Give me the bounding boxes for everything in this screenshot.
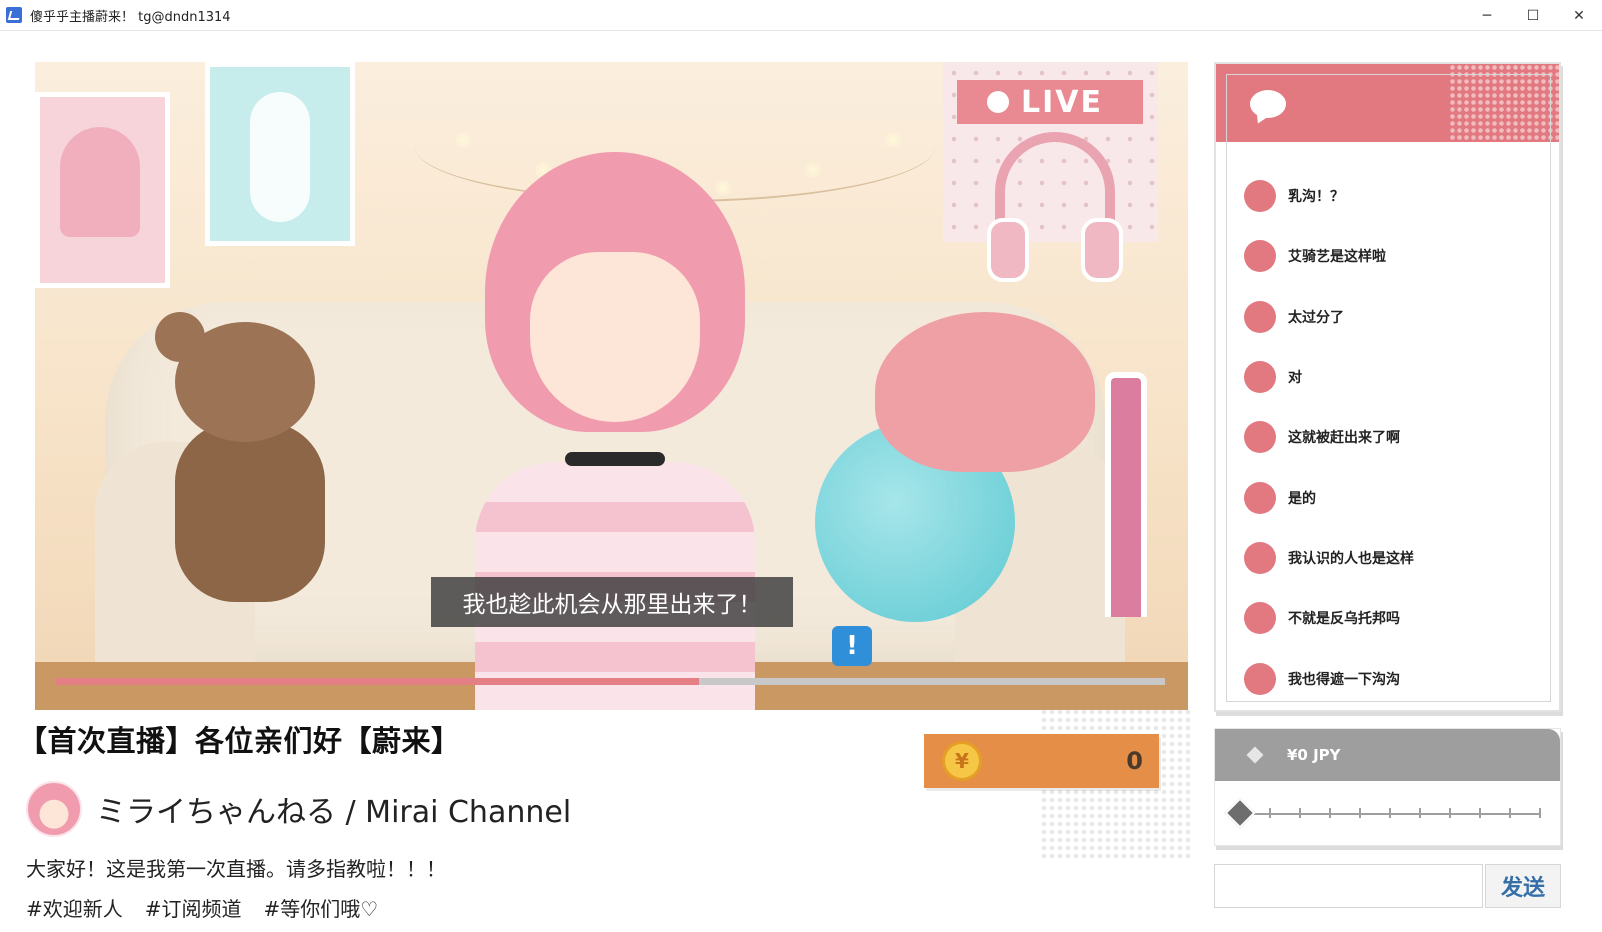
chat-header (1216, 64, 1559, 142)
chat-message: 是的 (1244, 467, 1544, 527)
slider-tick (1359, 808, 1361, 818)
close-button[interactable]: ✕ (1556, 0, 1602, 31)
stream-progress-bar (56, 678, 1165, 685)
live-badge: LIVE (957, 80, 1143, 124)
tag-item[interactable]: #订阅频道 (145, 893, 242, 922)
app-icon (6, 7, 22, 23)
window-controls: ─ ☐ ✕ (1464, 0, 1602, 31)
send-button[interactable]: 发送 (1485, 864, 1561, 908)
teddy-bear (105, 312, 345, 632)
side-meter-fill (1111, 378, 1141, 617)
chat-list[interactable]: 乳沟！？ 艾骑艺是这样啦 太过分了 对 这就被赶出来了啊 是的 我认识的人也是这… (1244, 166, 1544, 709)
maximize-button[interactable]: ☐ (1510, 0, 1556, 31)
tip-amount: ¥0 JPY (1287, 746, 1341, 764)
live-label: LIVE (1021, 84, 1103, 120)
channel-name[interactable]: ミライちゃんねる / Mirai Channel (96, 787, 571, 831)
chat-message-text: 我认识的人也是这样 (1288, 550, 1414, 567)
chat-message: 对 (1244, 347, 1544, 407)
slider-tick (1479, 808, 1481, 818)
stream-description: 大家好！这是我第一次直播。请多指教啦！！！ (26, 857, 446, 881)
subtitle-box: 我也趁此机会从那里出来了！ (431, 577, 793, 627)
tag-item[interactable]: #等你们哦♡ (264, 893, 379, 922)
chat-message-text: 我也得遮一下沟沟 (1288, 671, 1400, 688)
chat-avatar (1244, 361, 1276, 394)
chat-message: 不就是反乌托邦吗 (1244, 588, 1544, 648)
chat-avatar (1244, 541, 1276, 574)
tip-slider-thumb[interactable] (1224, 797, 1256, 829)
coin-counter: ¥ 0 (924, 734, 1159, 788)
stream-progress-fill (56, 678, 700, 685)
chat-message-text: 这就被赶出来了啊 (1288, 430, 1400, 447)
yen-coin-icon: ¥ (942, 741, 982, 781)
wall-poster-right (205, 62, 355, 246)
tag-list: #欢迎新人 #订阅频道 #等你们哦♡ (26, 893, 400, 922)
window-titlebar: 傻乎乎主播蔚来！ tg@dndn1314 ─ ☐ ✕ (0, 0, 1602, 31)
channel-avatar[interactable] (26, 781, 82, 837)
chat-message: 我也得遮一下沟沟 (1244, 648, 1544, 708)
chat-avatar (1244, 240, 1276, 273)
chat-avatar (1244, 300, 1276, 333)
chat-message: 太过分了 (1244, 287, 1544, 347)
tip-header: ¥0 JPY (1215, 729, 1560, 781)
tip-panel: ¥0 JPY (1214, 728, 1561, 846)
chat-message: 我认识的人也是这样 (1244, 528, 1544, 588)
wall-poster-left (35, 92, 170, 288)
chat-avatar (1244, 421, 1276, 454)
chat-message-text: 乳沟！？ (1288, 189, 1344, 206)
chat-message-text: 太过分了 (1288, 309, 1344, 326)
chat-message: 艾骑艺是这样啦 (1244, 226, 1544, 286)
live-dot-icon (987, 91, 1009, 113)
slider-tick (1389, 808, 1391, 818)
chat-avatar (1244, 481, 1276, 514)
diamond-icon (1246, 746, 1264, 764)
exclamation-icon[interactable]: ! (832, 626, 872, 666)
slider-tick (1539, 808, 1541, 818)
message-input[interactable] (1214, 864, 1483, 908)
chat-message-text: 是的 (1288, 490, 1316, 507)
slider-tick (1269, 808, 1271, 818)
window-title: 傻乎乎主播蔚来！ tg@dndn1314 (30, 9, 231, 25)
headphones-image (987, 132, 1123, 282)
stream-video[interactable]: LIVE 我也趁此机会从那里出来了！ ! (35, 62, 1188, 710)
chat-bubble-icon (1250, 90, 1286, 118)
chat-panel: 乳沟！？ 艾骑艺是这样啦 太过分了 对 这就被赶出来了啊 是的 我认识的人也是这… (1214, 62, 1561, 712)
chat-avatar (1244, 662, 1276, 695)
chat-message: 乳沟！？ (1244, 166, 1544, 226)
slider-tick (1509, 808, 1511, 818)
chat-message-text: 不就是反乌托邦吗 (1288, 611, 1400, 628)
chat-message-text: 对 (1288, 370, 1302, 387)
channel-row: ミライちゃんねる / Mirai Channel (26, 780, 571, 838)
slider-tick (1329, 808, 1331, 818)
tag-item[interactable]: #欢迎新人 (26, 893, 123, 922)
chat-message-text: 艾骑艺是这样啦 (1288, 249, 1386, 266)
tip-slider[interactable] (1224, 797, 1541, 829)
stream-title: 【首次直播】各位亲们好【蔚来】 (18, 724, 461, 758)
octopus-plush (875, 312, 1095, 472)
chat-message: 这就被赶出来了啊 (1244, 407, 1544, 467)
coin-value: 0 (1126, 747, 1143, 775)
slider-tick (1419, 808, 1421, 818)
chat-avatar (1244, 180, 1276, 213)
chat-avatar (1244, 602, 1276, 635)
minimize-button[interactable]: ─ (1464, 0, 1510, 31)
slider-tick (1299, 808, 1301, 818)
slider-tick (1449, 808, 1451, 818)
side-meter (1105, 372, 1147, 617)
